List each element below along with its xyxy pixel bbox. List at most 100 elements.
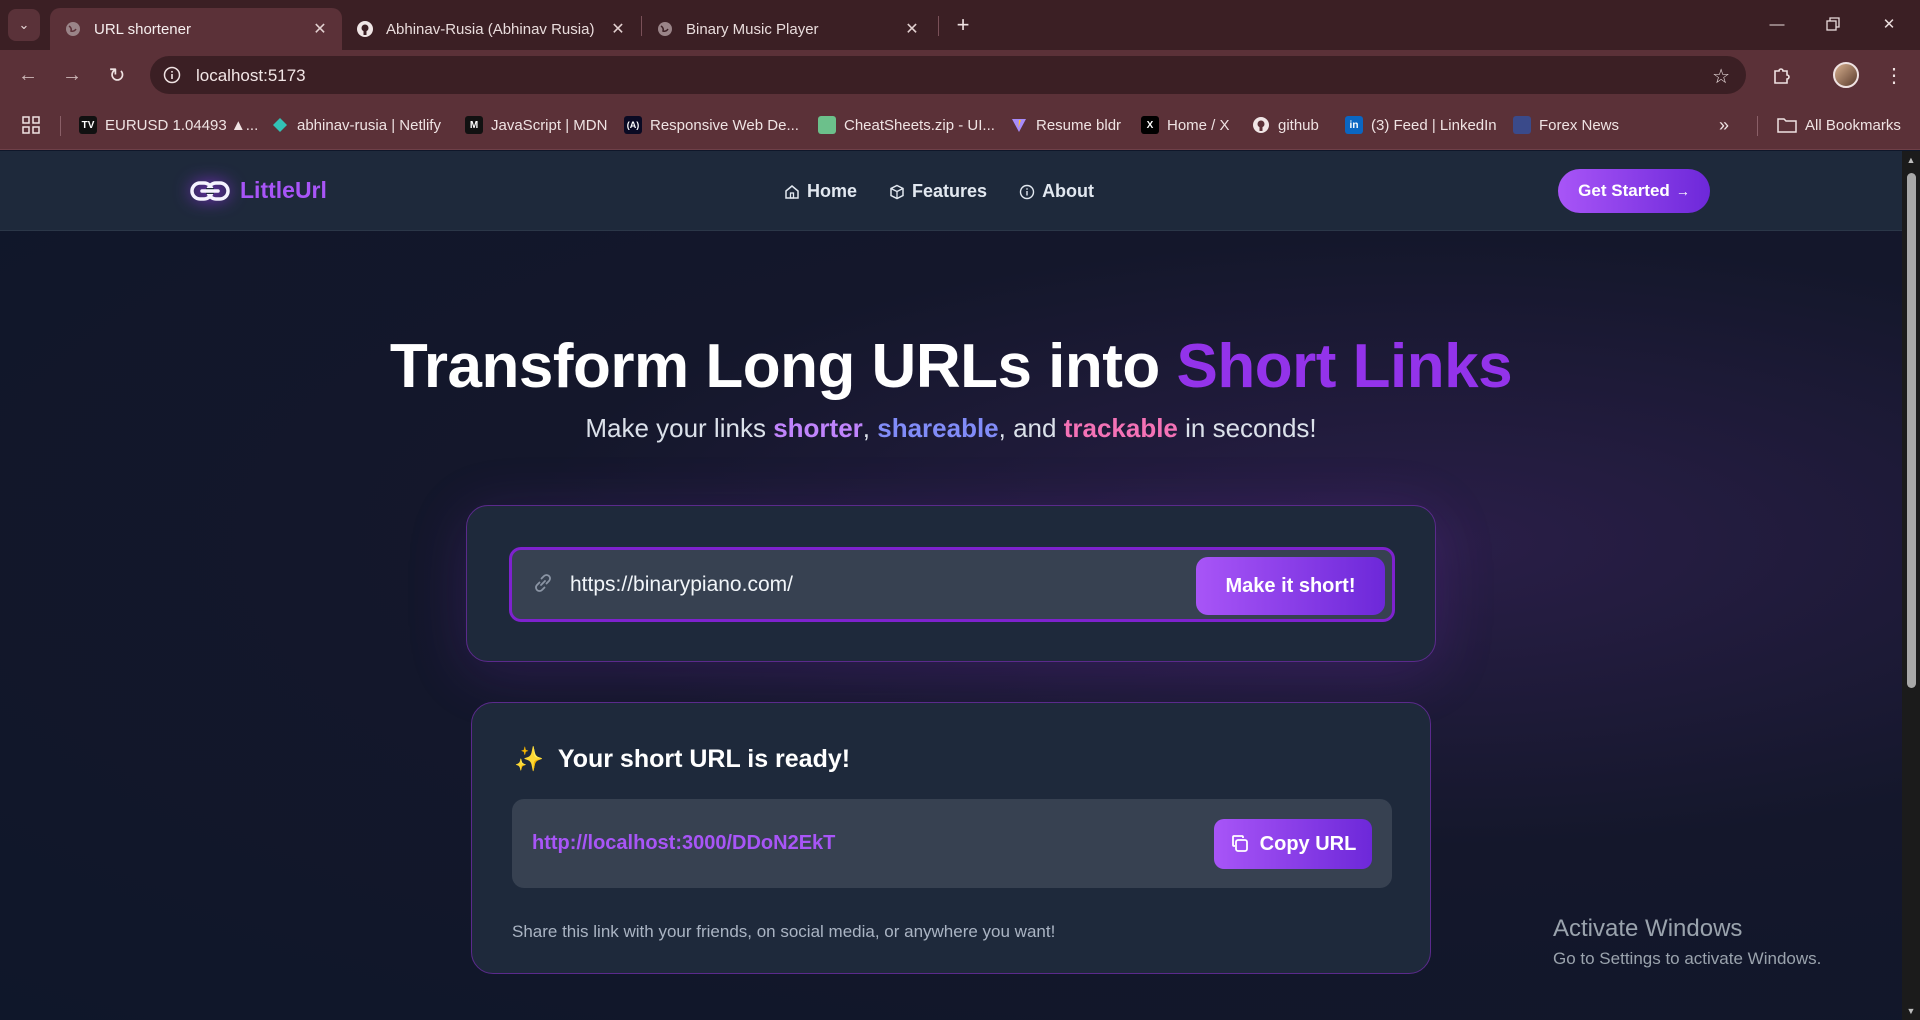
all-bookmarks-button[interactable]: All Bookmarks [1777,114,1901,136]
title-accent: Short Links [1176,332,1513,401]
menu-button[interactable]: ⋮ [1878,59,1910,91]
bookmark-mdn[interactable]: M JavaScript | MDN [465,114,607,136]
url-input[interactable] [570,568,1170,602]
tab-github[interactable]: Abhinav-Rusia (Abhinav Rusia) ✕ [342,8,640,50]
tab-search-button[interactable]: ⌄ [8,9,40,41]
bookmark-freecodecamp[interactable]: (A) Responsive Web De... [624,114,799,136]
arrow-right-icon: → [62,63,82,86]
tab-title: URL shortener [94,20,191,38]
result-heading-text: Your short URL is ready! [557,745,851,773]
plus-icon: + [956,12,970,37]
minimize-icon: — [1769,15,1785,33]
bookmark-label: Home / X [1167,116,1230,134]
bookmark-x[interactable]: X Home / X [1141,114,1230,136]
minimize-button[interactable]: — [1754,8,1800,40]
puzzle-icon [1774,68,1790,84]
subtitle-and: , and [998,413,1057,443]
bookmarks-bar: TV EURUSD 1.04493 ▲... abhinav-rusia | N… [0,100,1920,150]
get-started-label: Get Started [1578,181,1670,200]
bookmark-label: github [1278,116,1319,134]
site-header: LittleUrl Home Features About Get Starte… [0,151,1902,231]
nav-features[interactable]: Features [889,181,987,202]
subtitle-word-shorter: shorter [773,413,863,443]
subtitle-word-trackable: trackable [1063,413,1178,443]
short-url-link[interactable]: http://localhost:3000/DDoN2EkT [532,832,835,855]
back-button[interactable]: ← [12,59,44,91]
bookmark-label: Responsive Web De... [650,116,799,134]
reload-button[interactable]: ↻ [101,59,133,91]
watermark-line1: Activate Windows [1553,915,1743,942]
site-info-icon[interactable] [160,63,184,87]
sparkles-icon: ✨ [514,746,544,773]
bookmark-label: (3) Feed | LinkedIn [1371,116,1497,134]
tab-url-shortener[interactable]: URL shortener ✕ [50,8,342,50]
link-icon [530,570,556,601]
scroll-down-icon[interactable]: ▼ [1906,1006,1916,1016]
bookmark-linkedin[interactable]: in (3) Feed | LinkedIn [1345,114,1497,136]
close-window-button[interactable]: ✕ [1866,8,1912,40]
title-main: Transform Long URLs into [389,332,1160,401]
apps-button[interactable] [22,114,40,136]
forex-icon [1513,116,1531,134]
all-bookmarks-label: All Bookmarks [1805,116,1901,134]
more-bookmarks-button[interactable]: » [1719,114,1729,136]
cheatsheets-icon [818,116,836,134]
forward-button[interactable]: → [56,59,88,91]
arrow-left-icon: ← [18,63,38,86]
subtitle-comma: , [862,413,870,443]
profile-button[interactable] [1830,59,1862,91]
vite-icon [1010,116,1028,134]
short-url-box: http://localhost:3000/DDoN2EkT Copy URL [512,799,1392,888]
globe-icon [64,20,82,38]
arrow-right-icon: → [1675,183,1690,199]
bookmark-netlify[interactable]: abhinav-rusia | Netlify [271,114,441,136]
nav-home[interactable]: Home [784,181,857,202]
bookmark-label: CheatSheets.zip - UI... [844,116,995,134]
page-viewport: LittleUrl Home Features About Get Starte… [0,151,1902,1020]
bookmark-label: Resume bldr [1036,116,1122,134]
restore-button[interactable] [1810,8,1856,40]
bookmark-eurusd[interactable]: TV EURUSD 1.04493 ▲... [79,114,258,136]
globe-icon [656,20,674,38]
scroll-up-icon[interactable]: ▲ [1906,155,1916,165]
link-icon [190,178,230,204]
tab-separator [938,16,939,36]
new-tab-button[interactable]: + [948,10,978,40]
nav-about[interactable]: About [1019,181,1094,202]
avatar [1833,62,1859,88]
close-icon[interactable]: ✕ [608,19,628,39]
close-icon: ✕ [1882,16,1896,33]
address-bar[interactable]: localhost:5173 ☆ [150,56,1746,94]
main-nav: Home Features About [784,181,1094,202]
windows-activation-watermark: Activate Windows Go to Settings to activ… [1553,915,1821,969]
chevron-down-icon: ⌄ [18,17,30,32]
bookmark-resume-bldr[interactable]: Resume bldr [1010,114,1121,136]
page-title: Transform Long URLs into Short Links [0,331,1902,402]
close-icon[interactable]: ✕ [310,19,330,39]
tab-title: Binary Music Player [686,20,819,38]
subtitle-word-shareable: shareable [877,413,999,443]
bookmark-star-icon[interactable]: ☆ [1712,64,1730,89]
freecodecamp-icon: (A) [624,116,642,134]
scrollbar-thumb[interactable] [1907,173,1916,688]
extensions-button[interactable] [1766,59,1798,91]
logo[interactable]: LittleUrl [190,177,327,204]
page-subtitle: Make your links shorter, shareable, and … [0,413,1902,444]
result-card: ✨ Your short URL is ready! http://localh… [471,702,1431,974]
bookmark-cheatsheets[interactable]: CheatSheets.zip - UI... [818,114,995,136]
page-scrollbar[interactable]: ▲ ▼ [1902,151,1920,1020]
nav-label: Features [912,181,988,201]
bookmark-forex-news[interactable]: Forex News [1513,114,1619,136]
tab-strip: ⌄ URL shortener ✕ Abhinav-Rusia (Abhinav… [0,0,1920,50]
bookmark-label: Forex News [1539,116,1620,134]
linkedin-icon: in [1345,116,1363,134]
shortener-card: Make it short! [466,505,1436,662]
copy-url-button[interactable]: Copy URL [1214,819,1372,869]
tab-binary-music-player[interactable]: Binary Music Player ✕ [642,8,934,50]
make-it-short-button[interactable]: Make it short! [1196,557,1385,615]
get-started-button[interactable]: Get Started → [1558,169,1710,213]
bookmark-github[interactable]: github [1252,114,1319,136]
kebab-menu-icon: ⋮ [1884,64,1904,87]
tab-title: Abhinav-Rusia (Abhinav Rusia) [386,20,595,38]
close-icon[interactable]: ✕ [902,19,922,39]
